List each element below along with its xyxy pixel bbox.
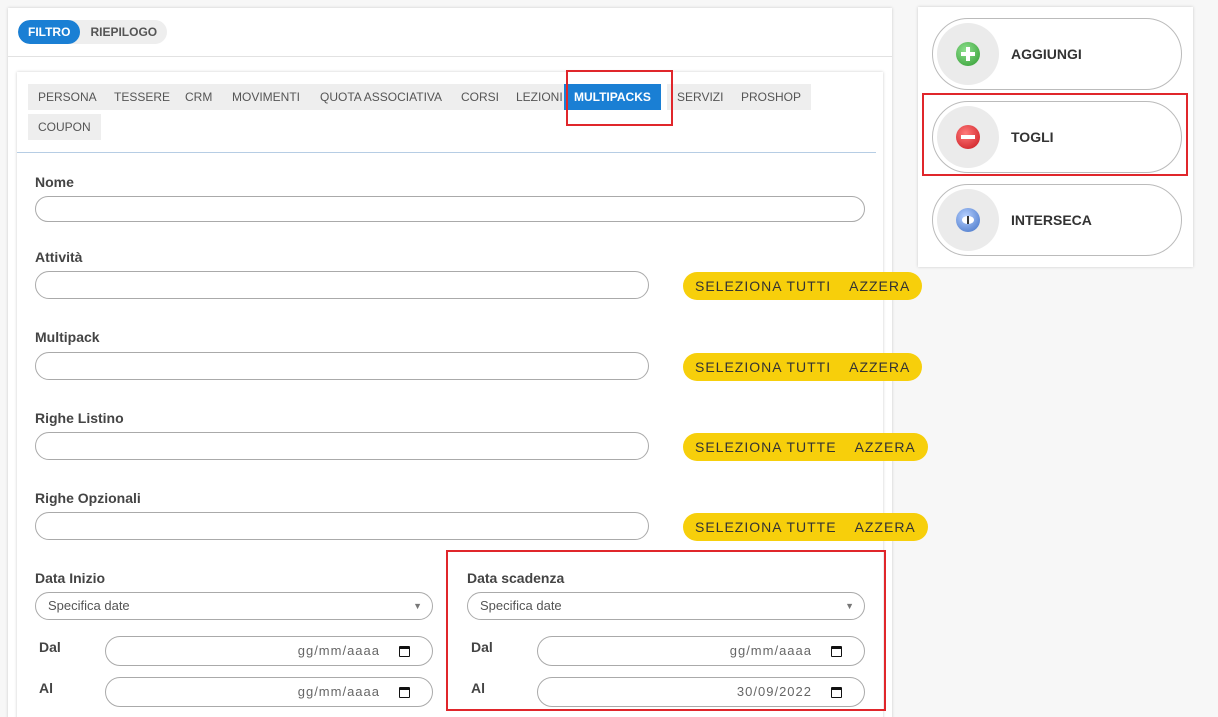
- tab-coupon[interactable]: COUPON: [28, 114, 101, 140]
- operations-card: AGGIUNGI TOGLI INTERSECA: [918, 7, 1193, 267]
- multipack-label: Multipack: [35, 329, 100, 345]
- calendar-icon[interactable]: [831, 646, 842, 657]
- chevron-down-icon: ▼: [845, 601, 854, 611]
- data-inizio-dal-input[interactable]: gg/mm/aaaa: [105, 636, 433, 666]
- data-inizio-al-label: Al: [39, 680, 53, 696]
- righe-listino-label: Righe Listino: [35, 410, 124, 426]
- tab-proshop[interactable]: PROSHOP: [731, 84, 812, 110]
- righe-opzionali-input[interactable]: [35, 512, 649, 540]
- tab-filtro[interactable]: FILTRO: [18, 20, 81, 44]
- righe-listino-reset-button[interactable]: AZZERA: [855, 439, 916, 455]
- multipack-buttons: SELEZIONA TUTTI AZZERA: [683, 353, 923, 381]
- righe-opzionali-reset-button[interactable]: AZZERA: [855, 519, 916, 535]
- data-scadenza-dal-label: Dal: [471, 639, 493, 655]
- data-scadenza-label: Data scadenza: [467, 570, 565, 586]
- aggiungi-label: AGGIUNGI: [1011, 46, 1082, 62]
- top-divider: [8, 56, 892, 57]
- nome-input[interactable]: [35, 196, 865, 222]
- data-inizio-al-input[interactable]: gg/mm/aaaa: [105, 677, 433, 707]
- top-tab-group: FILTRO RIEPILOGO: [18, 20, 168, 44]
- multipack-reset-button[interactable]: AZZERA: [849, 359, 910, 375]
- tab-lezioni[interactable]: LEZIONI: [506, 84, 573, 110]
- data-inizio-dal-value: gg/mm/aaaa: [297, 643, 380, 658]
- data-scadenza-al-value: 30/09/2022: [736, 684, 812, 699]
- righe-opzionali-select-all-button[interactable]: SELEZIONA TUTTE: [695, 519, 837, 535]
- righe-opzionali-buttons: SELEZIONA TUTTE AZZERA: [683, 513, 928, 541]
- calendar-icon[interactable]: [399, 687, 410, 698]
- data-inizio-label: Data Inizio: [35, 570, 106, 586]
- data-scadenza-select[interactable]: Specifica date ▼: [467, 592, 865, 620]
- tabs-divider: [17, 152, 876, 153]
- tab-riepilogo[interactable]: RIEPILOGO: [80, 20, 167, 44]
- intersect-icon: [956, 208, 980, 232]
- togli-label: TOGLI: [1011, 129, 1054, 145]
- data-inizio-select[interactable]: Specifica date ▼: [35, 592, 433, 620]
- data-scadenza-dal-value: gg/mm/aaaa: [729, 643, 812, 658]
- tab-quota-associativa[interactable]: QUOTA ASSOCIATIVA: [310, 84, 453, 110]
- tab-tessere[interactable]: TESSERE: [104, 84, 181, 110]
- data-inizio-select-value: Specifica date: [48, 598, 130, 613]
- multipack-select-all-button[interactable]: SELEZIONA TUTTI: [695, 359, 831, 375]
- interseca-icon-circle: [937, 189, 999, 251]
- nome-label: Nome: [35, 174, 74, 190]
- plus-icon: [956, 42, 980, 66]
- tab-movimenti[interactable]: MOVIMENTI: [222, 84, 310, 110]
- calendar-icon[interactable]: [831, 687, 842, 698]
- togli-button[interactable]: TOGLI: [932, 101, 1182, 173]
- tab-multipacks[interactable]: MULTIPACKS: [564, 84, 661, 110]
- tab-servizi[interactable]: SERVIZI: [667, 84, 734, 110]
- filter-panel: PERSONA TESSERE CRM MOVIMENTI QUOTA ASSO…: [17, 72, 928, 717]
- aggiungi-icon-circle: [937, 23, 999, 85]
- tab-crm[interactable]: CRM: [175, 84, 223, 110]
- interseca-button[interactable]: INTERSECA: [932, 184, 1182, 256]
- tab-corsi[interactable]: CORSI: [451, 84, 510, 110]
- attivita-buttons: SELEZIONA TUTTI AZZERA: [683, 272, 923, 300]
- tab-persona[interactable]: PERSONA: [28, 84, 107, 110]
- togli-icon-circle: [937, 106, 999, 168]
- data-scadenza-al-label: Al: [471, 680, 485, 696]
- righe-listino-select-all-button[interactable]: SELEZIONA TUTTE: [695, 439, 837, 455]
- filter-card: FILTRO RIEPILOGO PERSONA TESSERE CRM MOV…: [8, 8, 928, 717]
- attivita-reset-button[interactable]: AZZERA: [849, 278, 910, 294]
- righe-listino-buttons: SELEZIONA TUTTE AZZERA: [683, 433, 928, 461]
- data-scadenza-al-input[interactable]: 30/09/2022: [537, 677, 865, 707]
- minus-icon: [956, 125, 980, 149]
- data-scadenza-select-value: Specifica date: [480, 598, 562, 613]
- chevron-down-icon: ▼: [413, 601, 422, 611]
- multipack-input[interactable]: [35, 352, 649, 380]
- calendar-icon[interactable]: [399, 646, 410, 657]
- data-inizio-dal-label: Dal: [39, 639, 61, 655]
- righe-listino-input[interactable]: [35, 432, 649, 460]
- interseca-label: INTERSECA: [1011, 212, 1092, 228]
- data-inizio-al-value: gg/mm/aaaa: [297, 684, 380, 699]
- righe-opzionali-label: Righe Opzionali: [35, 490, 141, 506]
- attivita-select-all-button[interactable]: SELEZIONA TUTTI: [695, 278, 831, 294]
- data-scadenza-dal-input[interactable]: gg/mm/aaaa: [537, 636, 865, 666]
- attivita-input[interactable]: [35, 271, 649, 299]
- aggiungi-button[interactable]: AGGIUNGI: [932, 18, 1182, 90]
- attivita-label: Attività: [35, 249, 83, 265]
